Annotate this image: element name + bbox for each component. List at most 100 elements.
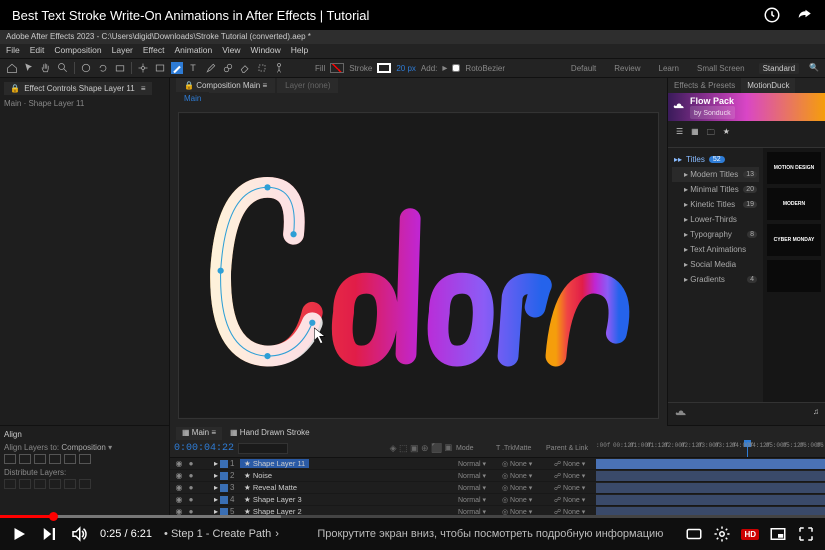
rotate-tool-icon[interactable] (97, 62, 109, 74)
rotobezier-check[interactable] (452, 64, 460, 72)
template-thumbnail[interactable]: CYBER MONDAY (767, 224, 821, 256)
time-display: 0:25 / 6:21 (100, 528, 152, 540)
hd-badge: HD (741, 529, 759, 540)
composition-viewport[interactable] (178, 112, 659, 419)
pen-tool-icon[interactable] (171, 62, 183, 74)
progress-bar[interactable] (0, 515, 825, 518)
anchor-tool-icon[interactable] (137, 62, 149, 74)
workspace-default[interactable]: Default (567, 63, 600, 74)
rect-tool-icon[interactable] (154, 62, 166, 74)
menu-bar[interactable]: File Edit Composition Layer Effect Anima… (0, 44, 825, 58)
align-vcenter-icon[interactable] (64, 454, 76, 464)
category-item[interactable]: ▸ Kinetic Titles19 (672, 197, 759, 212)
category-item[interactable]: ▸ Gradients4 (672, 272, 759, 287)
folder-icon[interactable]: 🗀 (707, 127, 715, 141)
lock-icon: 🔒 (10, 84, 20, 93)
fill-swatch[interactable] (330, 63, 344, 73)
selection-tool-icon[interactable] (23, 62, 35, 74)
category-item[interactable]: ▸ Text Animations (672, 242, 759, 257)
category-titles[interactable]: ▸▸ Titles 52 (672, 152, 759, 167)
lock-icon: 🔒 (184, 81, 194, 90)
timeline-tab-main[interactable]: ▦ Main ≡ (176, 426, 222, 440)
text-tool-icon[interactable]: T (188, 62, 200, 74)
add-label[interactable]: Add: (421, 64, 437, 73)
next-button[interactable] (40, 525, 58, 543)
category-item[interactable]: ▸ Modern Titles13 (672, 167, 759, 182)
play-button[interactable] (10, 525, 28, 543)
share-icon[interactable] (795, 6, 813, 24)
workspace-standard[interactable]: Standard (759, 63, 799, 74)
star-icon[interactable]: ★ (723, 127, 730, 141)
stroke-label[interactable]: Stroke (349, 64, 372, 73)
stroke-swatch[interactable] (377, 63, 391, 73)
duck-footer-icon[interactable] (674, 407, 688, 421)
workspace-small[interactable]: Small Screen (693, 63, 749, 74)
timeline-layer-row[interactable]: ◉●▸5★ Shape Layer 2Normal ▾◎ None ▾☍ Non… (170, 506, 825, 515)
cc-icon[interactable] (685, 525, 703, 543)
settings-icon[interactable] (713, 525, 731, 543)
timeline-tab-stroke[interactable]: ▦ Hand Drawn Stroke (224, 426, 316, 440)
tab-effects-presets[interactable]: Effects & Presets (668, 78, 741, 93)
zoom-tool-icon[interactable] (57, 62, 69, 74)
eraser-tool-icon[interactable] (239, 62, 251, 74)
miniplayer-icon[interactable] (769, 525, 787, 543)
menu-animation[interactable]: Animation (174, 45, 212, 57)
grid-icon[interactable]: ▦ (691, 127, 699, 141)
effect-controls-tab[interactable]: 🔒 Effect Controls Shape Layer 11 ≡ (4, 82, 152, 95)
home-icon[interactable] (6, 62, 18, 74)
add-arrow-icon[interactable]: ▸ (442, 63, 447, 74)
template-thumbnail[interactable] (767, 260, 821, 292)
clone-tool-icon[interactable] (222, 62, 234, 74)
menu-view[interactable]: View (222, 45, 240, 57)
hand-tool-icon[interactable] (40, 62, 52, 74)
align-top-icon[interactable] (49, 454, 61, 464)
roto-tool-icon[interactable] (256, 62, 268, 74)
timeline-layer-row[interactable]: ◉●▸4★ Shape Layer 3Normal ▾◎ None ▾☍ Non… (170, 494, 825, 506)
music-icon[interactable]: ♫ (813, 407, 819, 421)
volume-icon[interactable] (70, 525, 88, 543)
timeline-layer-row[interactable]: ◉●▸3★ Reveal MatteNormal ▾◎ None ▾☍ None… (170, 482, 825, 494)
timeline-layer-row[interactable]: ◉●▸2★ NoiseNormal ▾◎ None ▾☍ None ▾ (170, 470, 825, 482)
template-thumbnail[interactable]: MODERN (767, 188, 821, 220)
tab-motionduck[interactable]: MotionDuck (741, 78, 795, 93)
layer-tab[interactable]: Layer (none) (277, 78, 338, 93)
menu-layer[interactable]: Layer (112, 45, 133, 57)
chapter-label[interactable]: • Step 1 - Create Path› (164, 528, 279, 540)
align-panel-title: Align (4, 430, 165, 439)
menu-file[interactable]: File (6, 45, 20, 57)
timeline-layer-row[interactable]: ◉●▸1★ Shape Layer 11Normal ▾◎ None ▾☍ No… (170, 458, 825, 470)
sliders-icon[interactable]: ☰ (676, 127, 683, 141)
align-to-dropdown[interactable]: Composition (61, 443, 105, 452)
flow-pack-banner[interactable]: Flow Pack by Sonduck (668, 93, 825, 121)
menu-edit[interactable]: Edit (30, 45, 45, 57)
template-thumbnail[interactable]: MOTION DESIGN (767, 152, 821, 184)
workspace-review[interactable]: Review (610, 63, 644, 74)
camera-tool-icon[interactable] (114, 62, 126, 74)
fill-label[interactable]: Fill (315, 64, 325, 73)
timeline-timecode[interactable]: 0:00:04:22 (174, 443, 234, 454)
align-hcenter-icon[interactable] (19, 454, 31, 464)
align-bottom-icon[interactable] (79, 454, 91, 464)
puppet-tool-icon[interactable] (273, 62, 285, 74)
menu-composition[interactable]: Composition (54, 45, 101, 57)
fullscreen-icon[interactable] (797, 525, 815, 543)
search-icon[interactable]: 🔍 (809, 63, 819, 74)
menu-window[interactable]: Window (251, 45, 281, 57)
brush-tool-icon[interactable] (205, 62, 217, 74)
orbit-tool-icon[interactable] (80, 62, 92, 74)
stroke-width[interactable]: 20 px (396, 64, 416, 73)
composition-tab[interactable]: 🔒 Composition Main ≡ (176, 78, 275, 93)
watch-later-icon[interactable] (763, 6, 781, 24)
rotobezier-label: RotoBezier (465, 64, 505, 73)
category-item[interactable]: ▸ Typography8 (672, 227, 759, 242)
menu-help[interactable]: Help (291, 45, 308, 57)
category-item[interactable]: ▸ Social Media (672, 257, 759, 272)
timeline-search-input[interactable] (238, 443, 288, 454)
menu-effect[interactable]: Effect (143, 45, 165, 57)
align-right-icon[interactable] (34, 454, 46, 464)
pack-title: Flow Pack (690, 96, 735, 106)
align-left-icon[interactable] (4, 454, 16, 464)
workspace-learn[interactable]: Learn (655, 63, 683, 74)
category-item[interactable]: ▸ Minimal Titles20 (672, 182, 759, 197)
category-item[interactable]: ▸ Lower-Thirds (672, 212, 759, 227)
